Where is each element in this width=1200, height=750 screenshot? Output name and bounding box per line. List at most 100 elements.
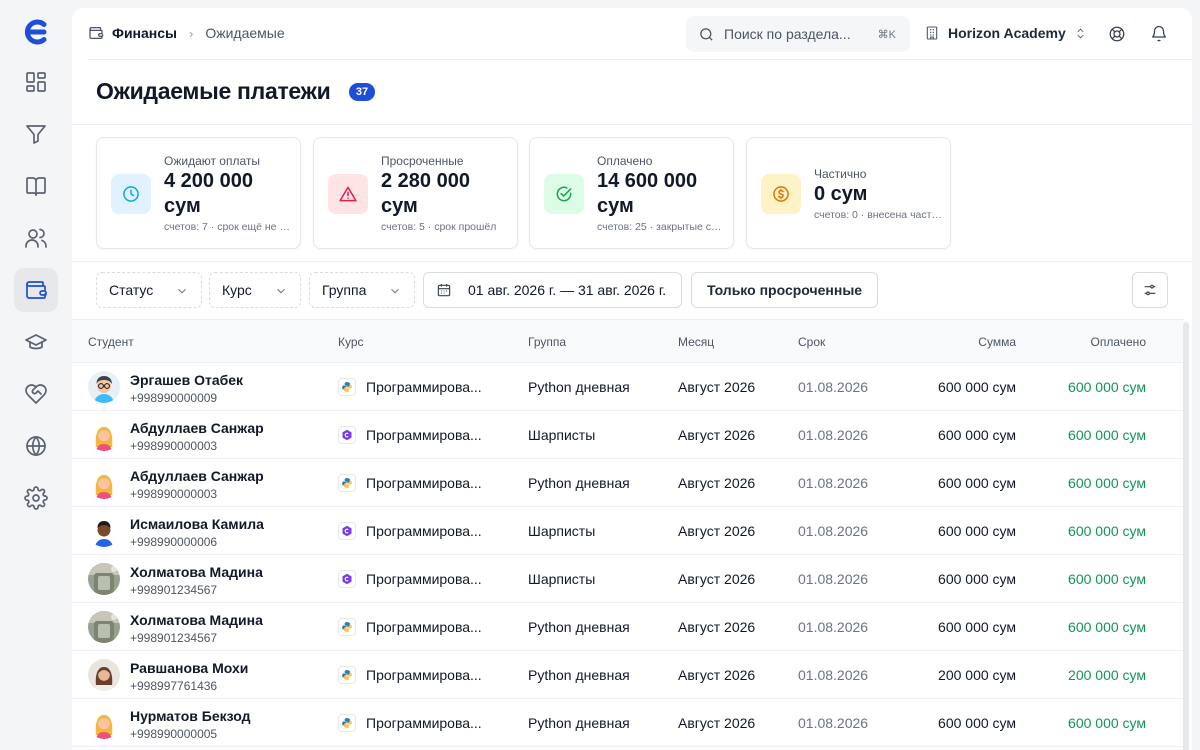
- avatar: [88, 563, 120, 595]
- breadcrumb-page: Ожидаемые: [205, 25, 285, 41]
- support-button[interactable]: [1106, 23, 1128, 45]
- python-icon: [338, 666, 356, 684]
- amount: 600 000 сум: [938, 571, 1016, 587]
- notifications-button[interactable]: [1148, 23, 1170, 45]
- view-settings-button[interactable]: [1132, 272, 1168, 308]
- table-row[interactable]: Эргашев Отабек +998990000009 Программирова…: [72, 363, 1184, 411]
- avatar: [88, 419, 120, 451]
- due-date: 01.08.2026: [798, 379, 869, 395]
- sidebar-item-courses[interactable]: [14, 164, 58, 208]
- student-name[interactable]: Холматова Мадина: [130, 612, 263, 628]
- student-name[interactable]: Исмаилова Камила: [130, 516, 264, 532]
- student-phone: +998990000005: [130, 727, 218, 741]
- billing-month: Август 2026: [678, 379, 756, 395]
- book-icon: [26, 177, 46, 196]
- sidebar-item-education[interactable]: [14, 320, 58, 364]
- billing-month: Август 2026: [678, 667, 756, 683]
- student-phone: +998990000006: [130, 535, 218, 549]
- course-name: Программирова...: [366, 571, 482, 587]
- column-header-month[interactable]: Месяц: [678, 335, 714, 349]
- brand-logo-icon[interactable]: [22, 18, 50, 46]
- column-header-amount[interactable]: Сумма: [978, 335, 1016, 349]
- sidebar-item-website[interactable]: [14, 424, 58, 468]
- page-title: Ожидаемые платежи: [96, 78, 331, 104]
- table-row[interactable]: Холматова Мадина +998901234567 Программиро…: [72, 603, 1184, 651]
- course-name: Программирова...: [366, 619, 482, 635]
- column-header-due[interactable]: Срок: [798, 335, 825, 349]
- breadcrumb-section[interactable]: Финансы: [112, 25, 177, 41]
- column-header-course[interactable]: Курс: [338, 335, 364, 349]
- amount: 200 000 сум: [938, 667, 1016, 683]
- table-row[interactable]: Исмаилова Камила +998990000006 Программиро…: [72, 507, 1184, 555]
- sidebar-item-leads[interactable]: [14, 112, 58, 156]
- column-header-group[interactable]: Группа: [528, 335, 566, 349]
- student-name[interactable]: Нурматов Бекзод: [130, 708, 250, 724]
- paid-amount: 600 000 сум: [1068, 619, 1146, 635]
- sidebar-item-finance[interactable]: [14, 268, 58, 312]
- student-name[interactable]: Эргашев Отабек: [130, 372, 243, 388]
- globe-icon: [26, 436, 46, 456]
- paid-amount: 600 000 сум: [1068, 571, 1146, 587]
- graduation-cap-icon: [25, 334, 47, 350]
- date-range-value: 01 авг. 2026 г. — 31 авг. 2026 г.: [468, 282, 667, 298]
- course-name: Программирова...: [366, 475, 482, 491]
- student-name[interactable]: Холматова Мадина: [130, 564, 263, 580]
- paid-amount: 600 000 сум: [1068, 523, 1146, 539]
- status-filter[interactable]: Статус: [96, 272, 202, 308]
- stat-sub: счетов: 0 · внесена часть суммы: [814, 209, 942, 221]
- dollar-circle-icon: [761, 174, 801, 214]
- divider: [72, 124, 1192, 125]
- wallet-icon: [89, 27, 104, 39]
- student-name[interactable]: Равшанова Мохи: [130, 660, 248, 676]
- search-input[interactable]: Поиск по раздела... ⌘K: [686, 16, 910, 52]
- csharp-icon: [338, 570, 356, 588]
- clock-icon: [111, 174, 151, 214]
- date-range-picker[interactable]: 01 авг. 2026 г. — 31 авг. 2026 г.: [423, 272, 682, 308]
- stat-card-partial: Частично 0 сум счетов: 0 · внесена часть…: [746, 137, 951, 249]
- group-filter[interactable]: Группа: [309, 272, 415, 308]
- sidebar-item-students[interactable]: [14, 216, 58, 260]
- table-row[interactable]: Нурматов Бекзод +998990000005 Программиров…: [72, 699, 1184, 747]
- avatar: [88, 467, 120, 499]
- column-header-student[interactable]: Студент: [88, 335, 134, 349]
- sidebar-item-settings[interactable]: [14, 476, 58, 520]
- scrollbar[interactable]: [1183, 322, 1189, 750]
- table-row[interactable]: Абдуллаев Санжар +998990000003 Программиро…: [72, 459, 1184, 507]
- table-row[interactable]: Равшанова Мохи +998997761436 Программирова…: [72, 651, 1184, 699]
- wallet-icon: [26, 281, 47, 299]
- lifebuoy-icon: [1109, 26, 1125, 42]
- stat-label: Частично: [814, 167, 867, 181]
- chevron-down-icon: [277, 288, 285, 294]
- stat-label: Оплачено: [597, 154, 653, 168]
- stat-sub: счетов: 7 · срок ещё не наступил: [164, 221, 292, 233]
- group-name: Python дневная: [528, 715, 630, 731]
- course-name: Программирова...: [366, 427, 482, 443]
- overdue-only-button[interactable]: Только просроченные: [691, 272, 878, 308]
- org-switcher[interactable]: Horizon Academy: [924, 25, 1087, 41]
- stat-card-overdue: Просроченные 2 280 000 сум счетов: 5 · с…: [313, 137, 518, 249]
- student-name[interactable]: Абдуллаев Санжар: [130, 420, 264, 436]
- sidebar-item-partners[interactable]: [14, 372, 58, 416]
- table-row[interactable]: Абдуллаев Санжар +998990000003 Программиро…: [72, 411, 1184, 459]
- stat-card-pending: Ожидают оплаты 4 200 000 сум счетов: 7 ·…: [96, 137, 301, 249]
- python-icon: [338, 714, 356, 732]
- stat-value: 4 200 000 сум: [164, 170, 253, 217]
- paid-amount: 600 000 сум: [1068, 427, 1146, 443]
- course-filter[interactable]: Курс: [209, 272, 301, 308]
- search-icon: [700, 27, 713, 41]
- sidebar-item-dashboard[interactable]: [14, 60, 58, 104]
- avatar: [88, 707, 120, 739]
- group-name: Шарписты: [528, 523, 596, 539]
- billing-month: Август 2026: [678, 715, 756, 731]
- divider: [72, 261, 1192, 262]
- student-name[interactable]: Абдуллаев Санжар: [130, 468, 264, 484]
- sliders-icon: [1144, 284, 1156, 296]
- billing-month: Август 2026: [678, 427, 756, 443]
- due-date: 01.08.2026: [798, 427, 869, 443]
- column-header-paid[interactable]: Оплачено: [1091, 335, 1146, 349]
- status-filter-label: Статус: [109, 282, 154, 298]
- check-circle-icon: [544, 174, 584, 214]
- paid-amount: 600 000 сум: [1068, 715, 1146, 731]
- avatar: [88, 611, 120, 643]
- table-row[interactable]: Холматова Мадина +998901234567 Программиро…: [72, 555, 1184, 603]
